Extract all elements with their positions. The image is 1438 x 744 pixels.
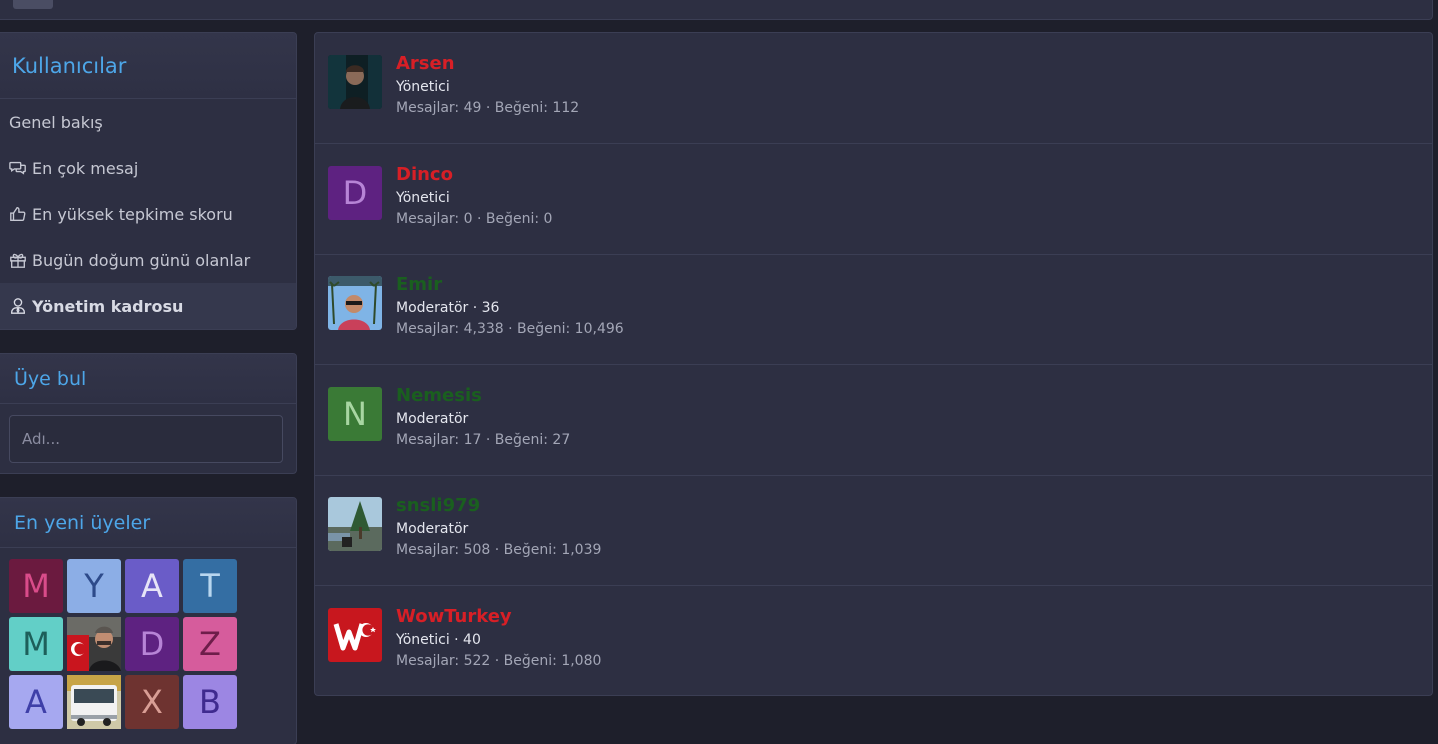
member-row: N Nemesis Moderatör Mesajlar: 17 · Beğen… <box>315 365 1432 476</box>
comments-icon <box>9 161 26 175</box>
member-role: Moderatör <box>396 521 469 537</box>
members-nav-title: Kullanıcılar <box>0 33 296 99</box>
member-row: Emir Moderatör · 36 Mesajlar: 4,338 · Be… <box>315 254 1432 365</box>
top-bar <box>0 0 1433 20</box>
member-stats: Mesajlar: 522 · Beğeni: 1,080 <box>396 653 602 669</box>
member-name-link[interactable]: Arsen <box>396 53 455 74</box>
tree-landscape-photo <box>328 497 382 551</box>
member-avatar[interactable] <box>328 55 382 109</box>
member-name-input[interactable] <box>9 415 283 463</box>
member-avatar-photo[interactable] <box>67 617 121 671</box>
member-avatar[interactable]: M <box>9 617 63 671</box>
find-member-block: Üye bul <box>0 353 297 474</box>
nav-item-label: En yüksek tepkime skoru <box>32 204 233 224</box>
man-sky-photo <box>328 276 382 330</box>
nav-item-label: Genel bakış <box>9 112 103 132</box>
staff-list: Arsen Yönetici Mesajlar: 49 · Beğeni: 11… <box>314 32 1433 696</box>
member-avatar-photo[interactable] <box>67 675 121 729</box>
member-name-link[interactable]: Emir <box>396 274 442 295</box>
member-row: WowTurkey Yönetici · 40 Mesajlar: 522 · … <box>315 586 1432 695</box>
nav-item-staff[interactable]: Yönetim kadrosu <box>0 283 296 329</box>
find-member-title: Üye bul <box>0 354 296 404</box>
member-avatar[interactable]: X <box>125 675 179 729</box>
newest-members-grid: M Y A T M D Z A X B <box>9 559 237 729</box>
man-with-flag-photo <box>67 617 121 671</box>
nav-item-highest-reaction[interactable]: En yüksek tepkime skoru <box>0 191 296 237</box>
nav-item-birthdays[interactable]: Bugün doğum günü olanlar <box>0 237 296 283</box>
nav-item-overview[interactable]: Genel bakış <box>0 99 296 145</box>
member-avatar[interactable]: Z <box>183 617 237 671</box>
member-avatar[interactable] <box>328 276 382 330</box>
wow-logo-photo <box>328 608 382 662</box>
member-stats: Mesajlar: 4,338 · Beğeni: 10,496 <box>396 321 624 337</box>
nav-item-label: Yönetim kadrosu <box>32 296 184 316</box>
member-avatar[interactable]: A <box>125 559 179 613</box>
member-avatar[interactable]: B <box>183 675 237 729</box>
bus-photo <box>67 675 121 729</box>
top-bar-button[interactable] <box>13 0 53 9</box>
member-role: Yönetici <box>396 190 450 206</box>
member-avatar[interactable]: D <box>328 166 382 220</box>
nav-item-label: Bugün doğum günü olanlar <box>32 250 251 270</box>
member-avatar[interactable] <box>328 608 382 662</box>
member-avatar[interactable] <box>328 497 382 551</box>
portrait-dark-photo <box>328 55 382 109</box>
member-role: Yönetici <box>396 79 450 95</box>
newest-members-title: En yeni üyeler <box>0 498 296 548</box>
member-avatar[interactable]: M <box>9 559 63 613</box>
member-stats: Mesajlar: 0 · Beğeni: 0 <box>396 211 553 227</box>
member-stats: Mesajlar: 17 · Beğeni: 27 <box>396 432 571 448</box>
member-avatar[interactable]: T <box>183 559 237 613</box>
gift-icon <box>10 253 26 268</box>
member-avatar[interactable]: A <box>9 675 63 729</box>
member-name-link[interactable]: Nemesis <box>396 385 482 406</box>
member-name-link[interactable]: Dinco <box>396 164 453 185</box>
user-tie-icon <box>11 298 25 314</box>
member-avatar[interactable]: D <box>125 617 179 671</box>
member-row: Arsen Yönetici Mesajlar: 49 · Beğeni: 11… <box>315 33 1432 144</box>
newest-members-block: En yeni üyeler M Y A T M D Z A X B <box>0 497 297 744</box>
nav-item-most-messages[interactable]: En çok mesaj <box>0 145 296 191</box>
member-name-link[interactable]: WowTurkey <box>396 606 512 627</box>
member-row: D Dinco Yönetici Mesajlar: 0 · Beğeni: 0 <box>315 144 1432 255</box>
member-avatar[interactable]: N <box>328 387 382 441</box>
member-stats: Mesajlar: 508 · Beğeni: 1,039 <box>396 542 602 558</box>
member-stats: Mesajlar: 49 · Beğeni: 112 <box>396 100 580 116</box>
nav-item-label: En çok mesaj <box>32 158 139 178</box>
member-avatar[interactable]: Y <box>67 559 121 613</box>
member-name-link[interactable]: snsli979 <box>396 495 480 516</box>
members-nav-block: Kullanıcılar Genel bakış En çok mesaj En… <box>0 32 297 330</box>
thumbs-up-icon <box>10 207 26 221</box>
member-role: Moderatör <box>396 411 469 427</box>
member-row: snsli979 Moderatör Mesajlar: 508 · Beğen… <box>315 475 1432 586</box>
member-role: Yönetici · 40 <box>396 632 481 648</box>
member-role: Moderatör · 36 <box>396 300 500 316</box>
